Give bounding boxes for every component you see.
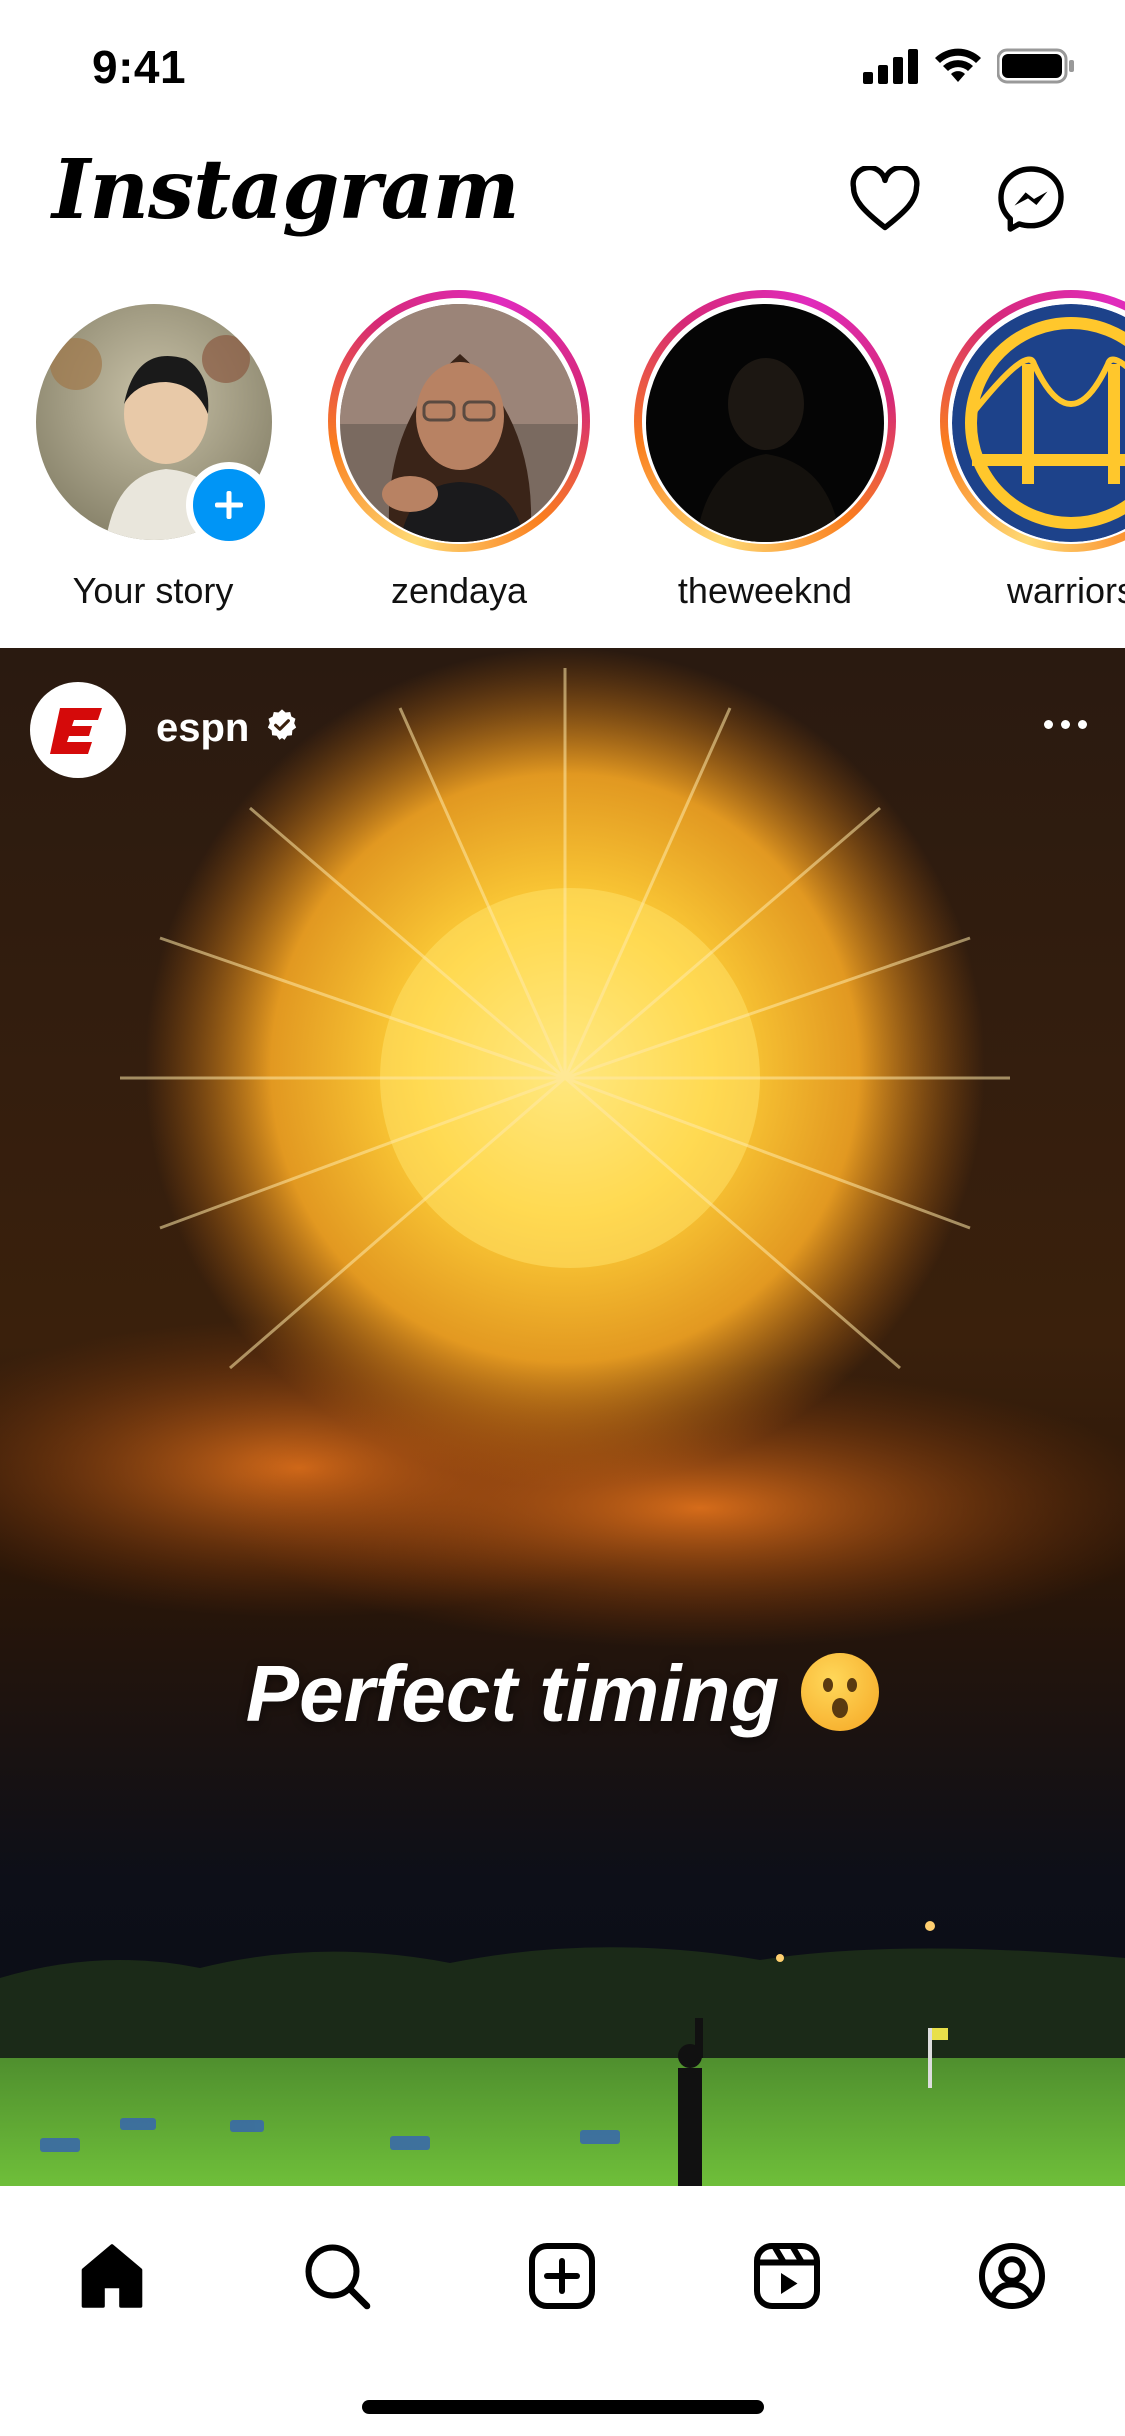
home-indicator (362, 2400, 764, 2414)
search-icon (305, 2244, 371, 2310)
surprised-face-emoji-icon (801, 1653, 880, 1731)
heart-icon (850, 166, 920, 231)
profile-icon (979, 2243, 1045, 2309)
feed-post: espn Perfect timing (0, 648, 1125, 2186)
overlay-text: Perfect timing (245, 1649, 780, 1738)
cellular-signal-icon (863, 49, 918, 84)
story-label: theweeknd (677, 570, 853, 611)
battery-icon (997, 48, 1074, 84)
verified-badge-icon (267, 709, 297, 740)
home-icon (81, 2244, 143, 2308)
tab-reels[interactable] (737, 2226, 837, 2326)
status-time: 9:41 (92, 41, 187, 93)
notifications-button[interactable] (840, 154, 930, 244)
post-options-button[interactable] (1035, 704, 1095, 744)
avatar (646, 304, 884, 542)
post-username[interactable]: espn (156, 706, 249, 751)
stories-tray: Your story zendaya theweeknd warriors (0, 288, 1125, 648)
tab-search[interactable] (287, 2226, 387, 2326)
add-story-button[interactable] (186, 462, 272, 548)
post-author-avatar[interactable] (30, 682, 126, 778)
story-label: Your story (72, 570, 234, 611)
more-dots-icon (1043, 719, 1053, 729)
story-label: zendaya (390, 570, 528, 611)
status-bar: 9:41 (0, 0, 1125, 140)
story-zendaya[interactable]: zendaya (324, 288, 594, 628)
reels-icon (754, 2243, 820, 2309)
instagram-logo[interactable]: Instagram (52, 142, 520, 238)
plus-icon (215, 491, 243, 519)
app-header: Instagram (0, 140, 1125, 290)
wifi-icon (935, 48, 981, 82)
story-warriors[interactable]: warriors (936, 288, 1125, 628)
post-media[interactable] (0, 648, 1125, 2186)
bottom-tab-bar (0, 2186, 1125, 2436)
messenger-icon (998, 166, 1064, 232)
create-post-icon (529, 2243, 595, 2309)
video-caption-overlay: Perfect timing (0, 1648, 1125, 1740)
avatar (340, 304, 578, 542)
status-icons (863, 48, 1075, 84)
post-header: espn (0, 648, 1125, 808)
tab-profile[interactable] (962, 2226, 1062, 2326)
messenger-button[interactable] (986, 154, 1076, 244)
story-your-story[interactable]: Your story (18, 288, 288, 628)
story-theweeknd[interactable]: theweeknd (630, 288, 900, 628)
tab-home[interactable] (62, 2226, 162, 2326)
espn-logo-icon (50, 708, 102, 754)
story-label: warriors (1006, 570, 1125, 611)
tab-create[interactable] (512, 2226, 612, 2326)
